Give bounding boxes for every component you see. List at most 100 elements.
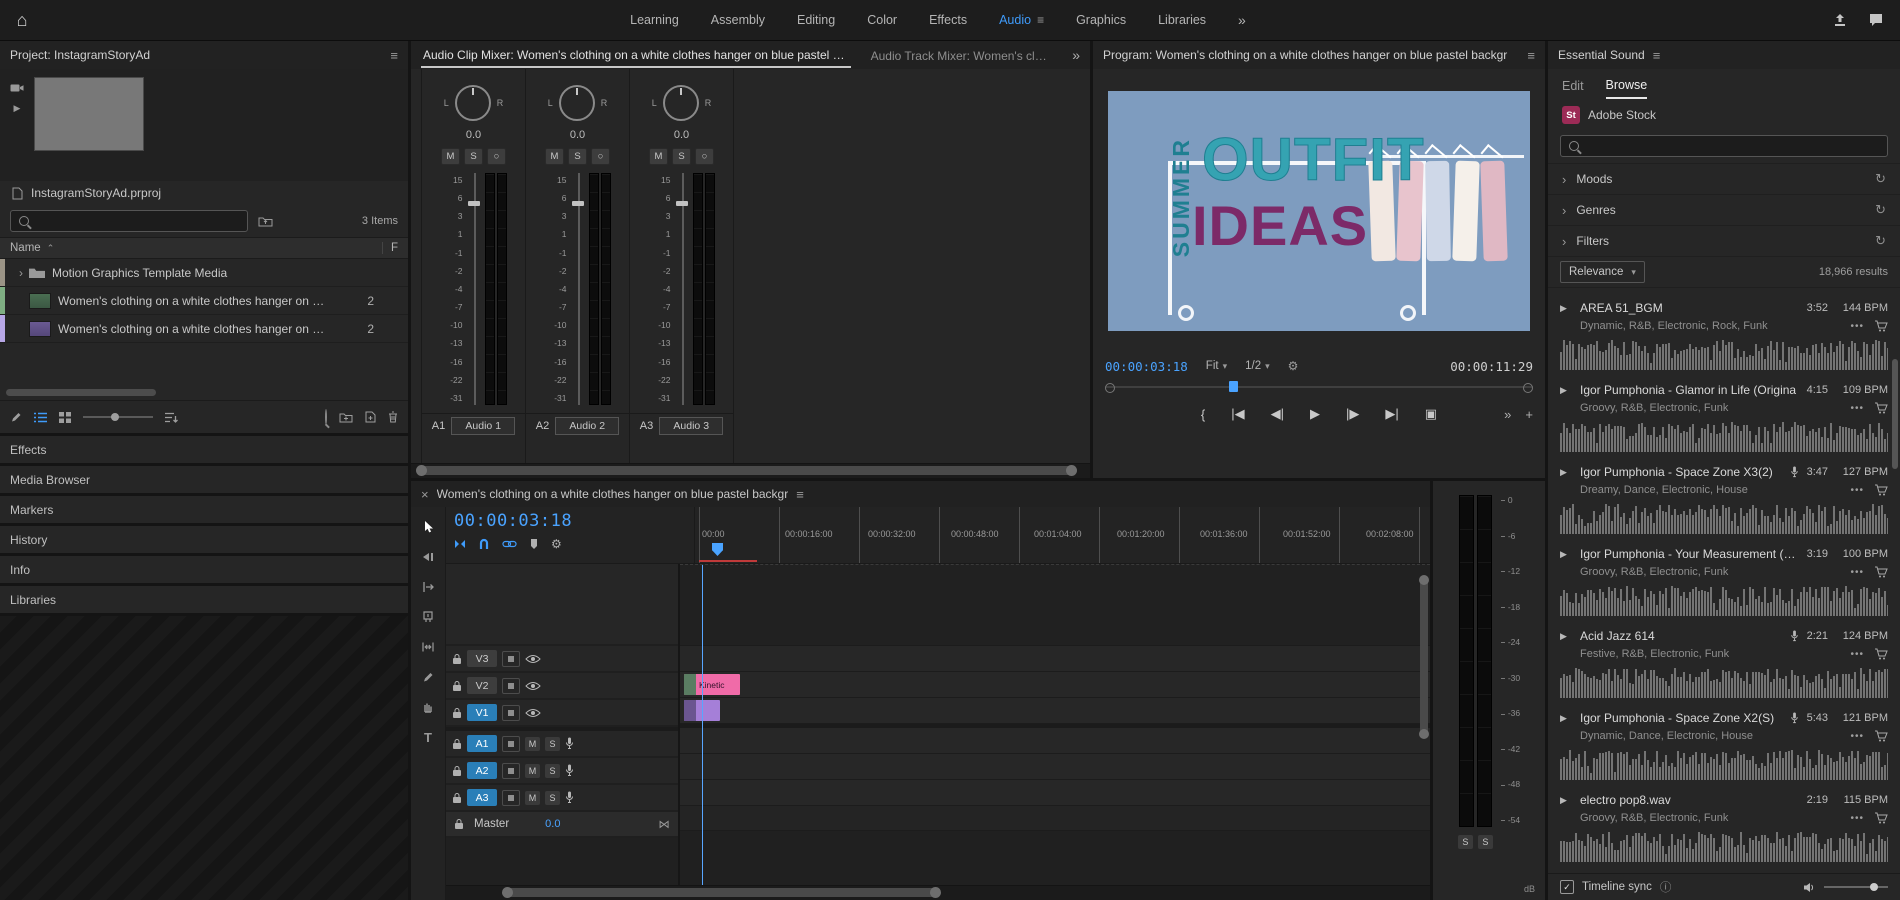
solo-button[interactable]: S bbox=[568, 148, 587, 165]
sync-lock-icon[interactable] bbox=[502, 651, 520, 667]
pan-knob[interactable] bbox=[663, 85, 699, 121]
waveform[interactable] bbox=[1560, 750, 1888, 780]
panel-menu-icon[interactable]: ≡ bbox=[1653, 48, 1661, 63]
home-button[interactable]: ⌂ bbox=[0, 0, 44, 40]
program-scrubber[interactable] bbox=[1105, 379, 1533, 395]
reset-filter-icon[interactable]: ↻ bbox=[1875, 233, 1886, 249]
track-content-v3[interactable] bbox=[680, 646, 1430, 672]
selection-tool[interactable] bbox=[417, 517, 439, 537]
play-icon[interactable]: ▶ bbox=[14, 103, 21, 114]
license-cart-icon[interactable] bbox=[1874, 566, 1888, 578]
waveform[interactable] bbox=[1560, 668, 1888, 698]
solo-button[interactable]: S bbox=[545, 764, 560, 778]
track-target-a1[interactable]: A1 bbox=[467, 735, 497, 752]
zoom-level-dropdown[interactable]: Fit▾ bbox=[1206, 360, 1227, 372]
libraries-panel-tab[interactable]: Libraries bbox=[0, 586, 408, 613]
project-row-sequence[interactable]: Women's clothing on a white clothes hang… bbox=[0, 287, 408, 315]
waveform[interactable] bbox=[1560, 422, 1888, 452]
accordion-genres[interactable]: › Genres ↻ bbox=[1548, 194, 1900, 225]
panel-overflow-icon[interactable]: » bbox=[1072, 47, 1080, 63]
mark-in-button[interactable]: { bbox=[1201, 407, 1205, 422]
pan-value[interactable]: 0.0 bbox=[570, 129, 585, 145]
play-icon[interactable]: ▶ bbox=[1560, 631, 1572, 642]
export-frame-button[interactable]: ▣ bbox=[1425, 406, 1437, 422]
track-visibility-eye-icon[interactable] bbox=[525, 681, 541, 691]
step-back-button[interactable]: ◀| bbox=[1271, 406, 1284, 422]
preview-volume-slider[interactable] bbox=[1824, 886, 1888, 888]
track-target-v1[interactable]: V1 bbox=[467, 704, 497, 721]
pen-tool[interactable] bbox=[417, 667, 439, 687]
track-header-a3[interactable]: A3 M S bbox=[446, 785, 678, 812]
mute-button[interactable]: M bbox=[545, 148, 564, 165]
icon-view-icon[interactable] bbox=[59, 412, 71, 423]
volume-fader[interactable] bbox=[468, 173, 480, 405]
program-playhead[interactable] bbox=[1229, 381, 1238, 392]
timeline-playhead[interactable] bbox=[702, 565, 703, 885]
go-to-out-button[interactable]: ▶| bbox=[1385, 406, 1398, 422]
sync-lock-icon[interactable] bbox=[502, 790, 520, 806]
audio-track-item[interactable]: ▶ Acid Jazz 614 2:21 124 BPM Festive, R&… bbox=[1548, 616, 1900, 698]
workspace-menu-icon[interactable]: ≡ bbox=[1037, 13, 1044, 27]
track-name-field[interactable]: Audio 3 bbox=[659, 417, 723, 435]
accordion-filters[interactable]: › Filters ↻ bbox=[1548, 225, 1900, 256]
lock-icon[interactable] bbox=[452, 765, 462, 777]
speaker-icon[interactable] bbox=[1803, 882, 1816, 893]
audio-track-item[interactable]: ▶ Igor Pumphonia - Your Measurement (O..… bbox=[1548, 534, 1900, 616]
find-icon[interactable] bbox=[325, 410, 327, 424]
solo-button[interactable]: S bbox=[545, 737, 560, 751]
track-visibility-eye-icon[interactable] bbox=[525, 708, 541, 718]
play-icon[interactable]: ▶ bbox=[1560, 795, 1572, 806]
export-icon[interactable] bbox=[1832, 12, 1848, 28]
license-cart-icon[interactable] bbox=[1874, 320, 1888, 332]
sequence-tab-title[interactable]: Women's clothing on a white clothes hang… bbox=[437, 487, 789, 501]
volume-fader[interactable] bbox=[676, 173, 688, 405]
track-content-v1[interactable] bbox=[680, 698, 1430, 724]
tab-edit[interactable]: Edit bbox=[1562, 73, 1584, 98]
waveform[interactable] bbox=[1560, 504, 1888, 534]
play-button[interactable]: ▶ bbox=[1310, 406, 1320, 422]
info-panel-tab[interactable]: Info bbox=[0, 556, 408, 583]
info-icon[interactable]: ⓘ bbox=[1660, 879, 1672, 895]
license-cart-icon[interactable] bbox=[1874, 648, 1888, 660]
timeline-timecode[interactable]: 00:00:03:18 bbox=[454, 511, 686, 531]
workspace-tab-learning[interactable]: Learning bbox=[630, 13, 679, 27]
solo-button[interactable]: S bbox=[545, 791, 560, 805]
license-cart-icon[interactable] bbox=[1874, 812, 1888, 824]
timeline-vertical-scrollbar[interactable] bbox=[1420, 577, 1428, 737]
track-content-master[interactable] bbox=[680, 806, 1430, 831]
list-view-icon[interactable] bbox=[34, 412, 47, 423]
new-item-icon[interactable] bbox=[365, 411, 376, 423]
add-marker-icon[interactable] bbox=[529, 538, 539, 550]
sort-dropdown[interactable]: Relevance▾ bbox=[1560, 261, 1645, 283]
workspace-tab-editing[interactable]: Editing bbox=[797, 13, 835, 27]
solo-button[interactable]: S bbox=[464, 148, 483, 165]
name-column-header[interactable]: Name bbox=[10, 242, 41, 254]
time-ruler[interactable]: 00:0000:00:16:0000:00:32:0000:00:48:0000… bbox=[695, 507, 1430, 563]
waveform[interactable] bbox=[1560, 832, 1888, 862]
zoom-slider[interactable] bbox=[83, 416, 153, 418]
solo-button[interactable]: S bbox=[672, 148, 691, 165]
mute-button[interactable]: M bbox=[649, 148, 668, 165]
pan-knob[interactable] bbox=[559, 85, 595, 121]
tab-browse[interactable]: Browse bbox=[1606, 72, 1648, 99]
track-header-v2[interactable]: V2 bbox=[446, 673, 678, 700]
program-timecode[interactable]: 00:00:03:18 bbox=[1105, 359, 1188, 374]
lock-icon[interactable] bbox=[452, 792, 462, 804]
pan-knob[interactable] bbox=[455, 85, 491, 121]
button-editor-icon[interactable]: » bbox=[1504, 407, 1511, 422]
markers-panel-tab[interactable]: Markers bbox=[0, 496, 408, 523]
razor-tool[interactable] bbox=[417, 607, 439, 627]
voiceover-mic-icon[interactable] bbox=[565, 764, 574, 777]
track-header-v1[interactable]: V1 bbox=[446, 700, 678, 727]
label-color-chip[interactable] bbox=[0, 287, 5, 314]
linked-selection-icon[interactable] bbox=[502, 540, 517, 548]
track-header-a2[interactable]: A2 M S bbox=[446, 758, 678, 785]
sync-lock-icon[interactable] bbox=[502, 763, 520, 779]
go-to-in-button[interactable]: |◀ bbox=[1231, 406, 1244, 422]
new-bin-icon[interactable] bbox=[339, 412, 353, 423]
keyframe-toggle-icon[interactable]: ○ bbox=[591, 148, 610, 165]
workspace-tab-assembly[interactable]: Assembly bbox=[711, 13, 765, 27]
more-options-button[interactable]: ••• bbox=[1850, 321, 1864, 332]
framerate-column-header[interactable]: F bbox=[382, 242, 398, 254]
solo-right-button[interactable]: S bbox=[1478, 835, 1493, 849]
